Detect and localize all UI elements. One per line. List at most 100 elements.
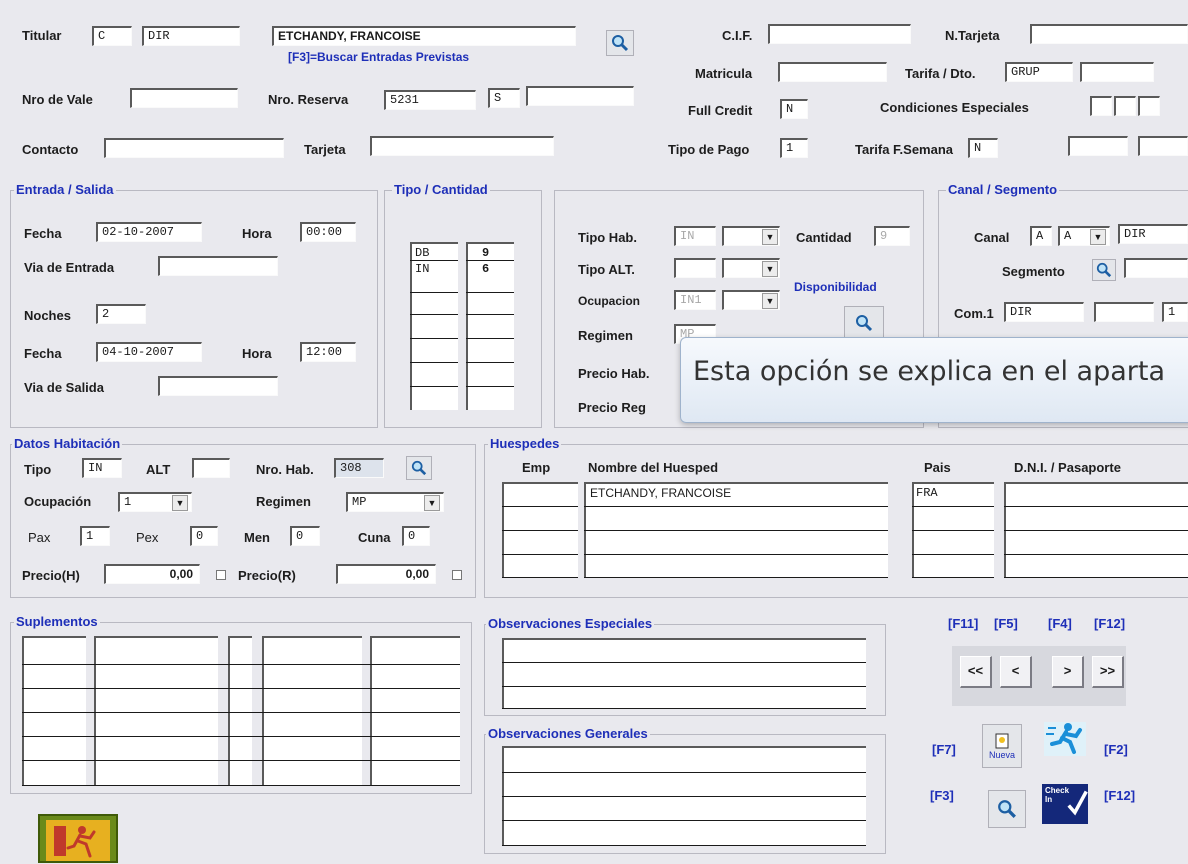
contacto-field[interactable]	[104, 138, 284, 158]
nro-reserva-field[interactable]: 5231	[384, 90, 476, 110]
titular-type-field[interactable]: DIR	[142, 26, 240, 46]
hora-entrada-field[interactable]: 00:00	[300, 222, 356, 242]
previous-record-button[interactable]: <	[1000, 656, 1032, 688]
row-divider	[502, 796, 866, 797]
chevron-down-icon[interactable]: ▼	[762, 261, 778, 277]
com1-extra-field[interactable]	[1094, 302, 1154, 322]
nueva-button[interactable]: Nueva	[982, 724, 1022, 768]
ocupacion-hab-field[interactable]: IN1	[674, 290, 716, 310]
alt-field[interactable]	[192, 458, 230, 478]
nro-vale-field[interactable]	[130, 88, 238, 108]
nro-reserva-extra-field[interactable]	[526, 86, 634, 106]
nro-hab-search-button[interactable]	[406, 456, 432, 480]
segmento-search-button[interactable]	[1092, 259, 1116, 281]
titular-name-field[interactable]: ETCHANDY, FRANCOISE	[272, 26, 576, 46]
next-record-button[interactable]: >	[1052, 656, 1084, 688]
row-divider	[410, 386, 458, 387]
suplementos-column[interactable]	[22, 636, 86, 786]
chevron-down-icon[interactable]: ▼	[172, 495, 188, 511]
row-divider	[502, 577, 578, 578]
row-divider	[502, 662, 866, 663]
observaciones-especiales-textarea[interactable]	[502, 638, 866, 708]
precio-r-field[interactable]: 0,00	[336, 564, 436, 584]
huesped-nombre-1[interactable]: ETCHANDY, FRANCOISE	[590, 486, 731, 500]
cif-label: C.I.F.	[722, 28, 753, 43]
suplementos-column[interactable]	[94, 636, 218, 786]
row-divider	[466, 338, 514, 339]
precio-r-checkbox[interactable]	[452, 570, 462, 580]
fecha-entrada-label: Fecha	[24, 226, 62, 241]
check-in-button[interactable]: Check In	[1042, 784, 1088, 824]
tarifa-fsemana-extra-2[interactable]	[1138, 136, 1188, 156]
row-divider	[502, 708, 866, 709]
pax-field[interactable]: 1	[80, 526, 110, 546]
chevron-down-icon[interactable]: ▼	[424, 495, 440, 511]
suplementos-column[interactable]	[262, 636, 362, 786]
f5-key: [F5]	[994, 616, 1018, 631]
hora-salida-field[interactable]: 12:00	[300, 342, 356, 362]
exit-button[interactable]	[38, 814, 118, 863]
titular-code-field[interactable]: C	[92, 26, 132, 46]
full-credit-field[interactable]: N	[780, 99, 808, 119]
search-button[interactable]	[988, 790, 1026, 828]
tarifa-fsemana-field[interactable]: N	[968, 138, 998, 158]
disponibilidad-button[interactable]	[844, 306, 884, 340]
huesped-pais-1[interactable]: FRA	[916, 486, 938, 500]
tipo-field[interactable]: IN	[82, 458, 122, 478]
com1-field[interactable]: DIR	[1004, 302, 1084, 322]
cantidad-column[interactable]	[466, 242, 514, 410]
row-divider	[410, 292, 458, 293]
cantidad-row-2[interactable]: 6	[482, 262, 489, 276]
tipo-alt-field[interactable]	[674, 258, 716, 278]
condiciones-field-3[interactable]	[1138, 96, 1160, 116]
com1-num-field[interactable]: 1	[1162, 302, 1188, 322]
row-divider	[912, 554, 994, 555]
fecha-entrada-field[interactable]: 02-10-2007	[96, 222, 202, 242]
cantidad-field[interactable]: 9	[874, 226, 910, 246]
via-entrada-field[interactable]	[158, 256, 278, 276]
suplementos-column[interactable]	[228, 636, 252, 786]
tarifa-fsemana-extra-1[interactable]	[1068, 136, 1128, 156]
row-divider	[1004, 554, 1188, 555]
chevron-down-icon[interactable]: ▼	[762, 229, 778, 245]
chevron-down-icon[interactable]: ▼	[1090, 229, 1106, 245]
noches-field[interactable]: 2	[96, 304, 146, 324]
suplementos-column[interactable]	[370, 636, 460, 786]
tipo-row-1[interactable]: DB	[415, 246, 429, 260]
tipo-hab-field[interactable]: IN	[674, 226, 716, 246]
nro-reserva-label: Nro. Reserva	[268, 92, 349, 107]
nro-reserva-suffix-field[interactable]: S	[488, 88, 520, 108]
tarifa-field[interactable]: GRUP	[1005, 62, 1073, 82]
titular-label: Titular	[22, 28, 62, 43]
row-divider	[1004, 506, 1188, 507]
segmento-field[interactable]	[1124, 258, 1188, 278]
via-entrada-label: Via de Entrada	[24, 260, 115, 275]
condiciones-field-2[interactable]	[1114, 96, 1136, 116]
condiciones-field-1[interactable]	[1090, 96, 1112, 116]
tipo-row-2[interactable]: IN	[415, 262, 429, 276]
tarifa-dto-field[interactable]	[1080, 62, 1154, 82]
nro-hab-field[interactable]: 308	[334, 458, 384, 478]
cantidad-row-1[interactable]: 9	[482, 246, 489, 260]
running-man-icon[interactable]	[1042, 718, 1088, 758]
tipo-cantidad-title: Tipo / Cantidad	[392, 182, 490, 197]
via-salida-field[interactable]	[158, 376, 278, 396]
men-field[interactable]: 0	[290, 526, 320, 546]
first-record-button[interactable]: <<	[960, 656, 992, 688]
canal-field-3[interactable]: DIR	[1118, 224, 1188, 244]
tipo-alt-label: Tipo ALT.	[578, 262, 635, 277]
precio-h-field[interactable]: 0,00	[104, 564, 200, 584]
tarjeta-field[interactable]	[370, 136, 554, 156]
ntarjeta-field[interactable]	[1030, 24, 1188, 44]
fecha-salida-field[interactable]: 04-10-2007	[96, 342, 202, 362]
last-record-button[interactable]: >>	[1092, 656, 1124, 688]
search-titular-button[interactable]	[606, 30, 634, 56]
canal-field-1[interactable]: A	[1030, 226, 1052, 246]
tipo-pago-field[interactable]: 1	[780, 138, 808, 158]
pex-field[interactable]: 0	[190, 526, 218, 546]
cif-field[interactable]	[768, 24, 911, 44]
cuna-field[interactable]: 0	[402, 526, 430, 546]
chevron-down-icon[interactable]: ▼	[762, 293, 778, 309]
precio-h-checkbox[interactable]	[216, 570, 226, 580]
matricula-field[interactable]	[778, 62, 887, 82]
